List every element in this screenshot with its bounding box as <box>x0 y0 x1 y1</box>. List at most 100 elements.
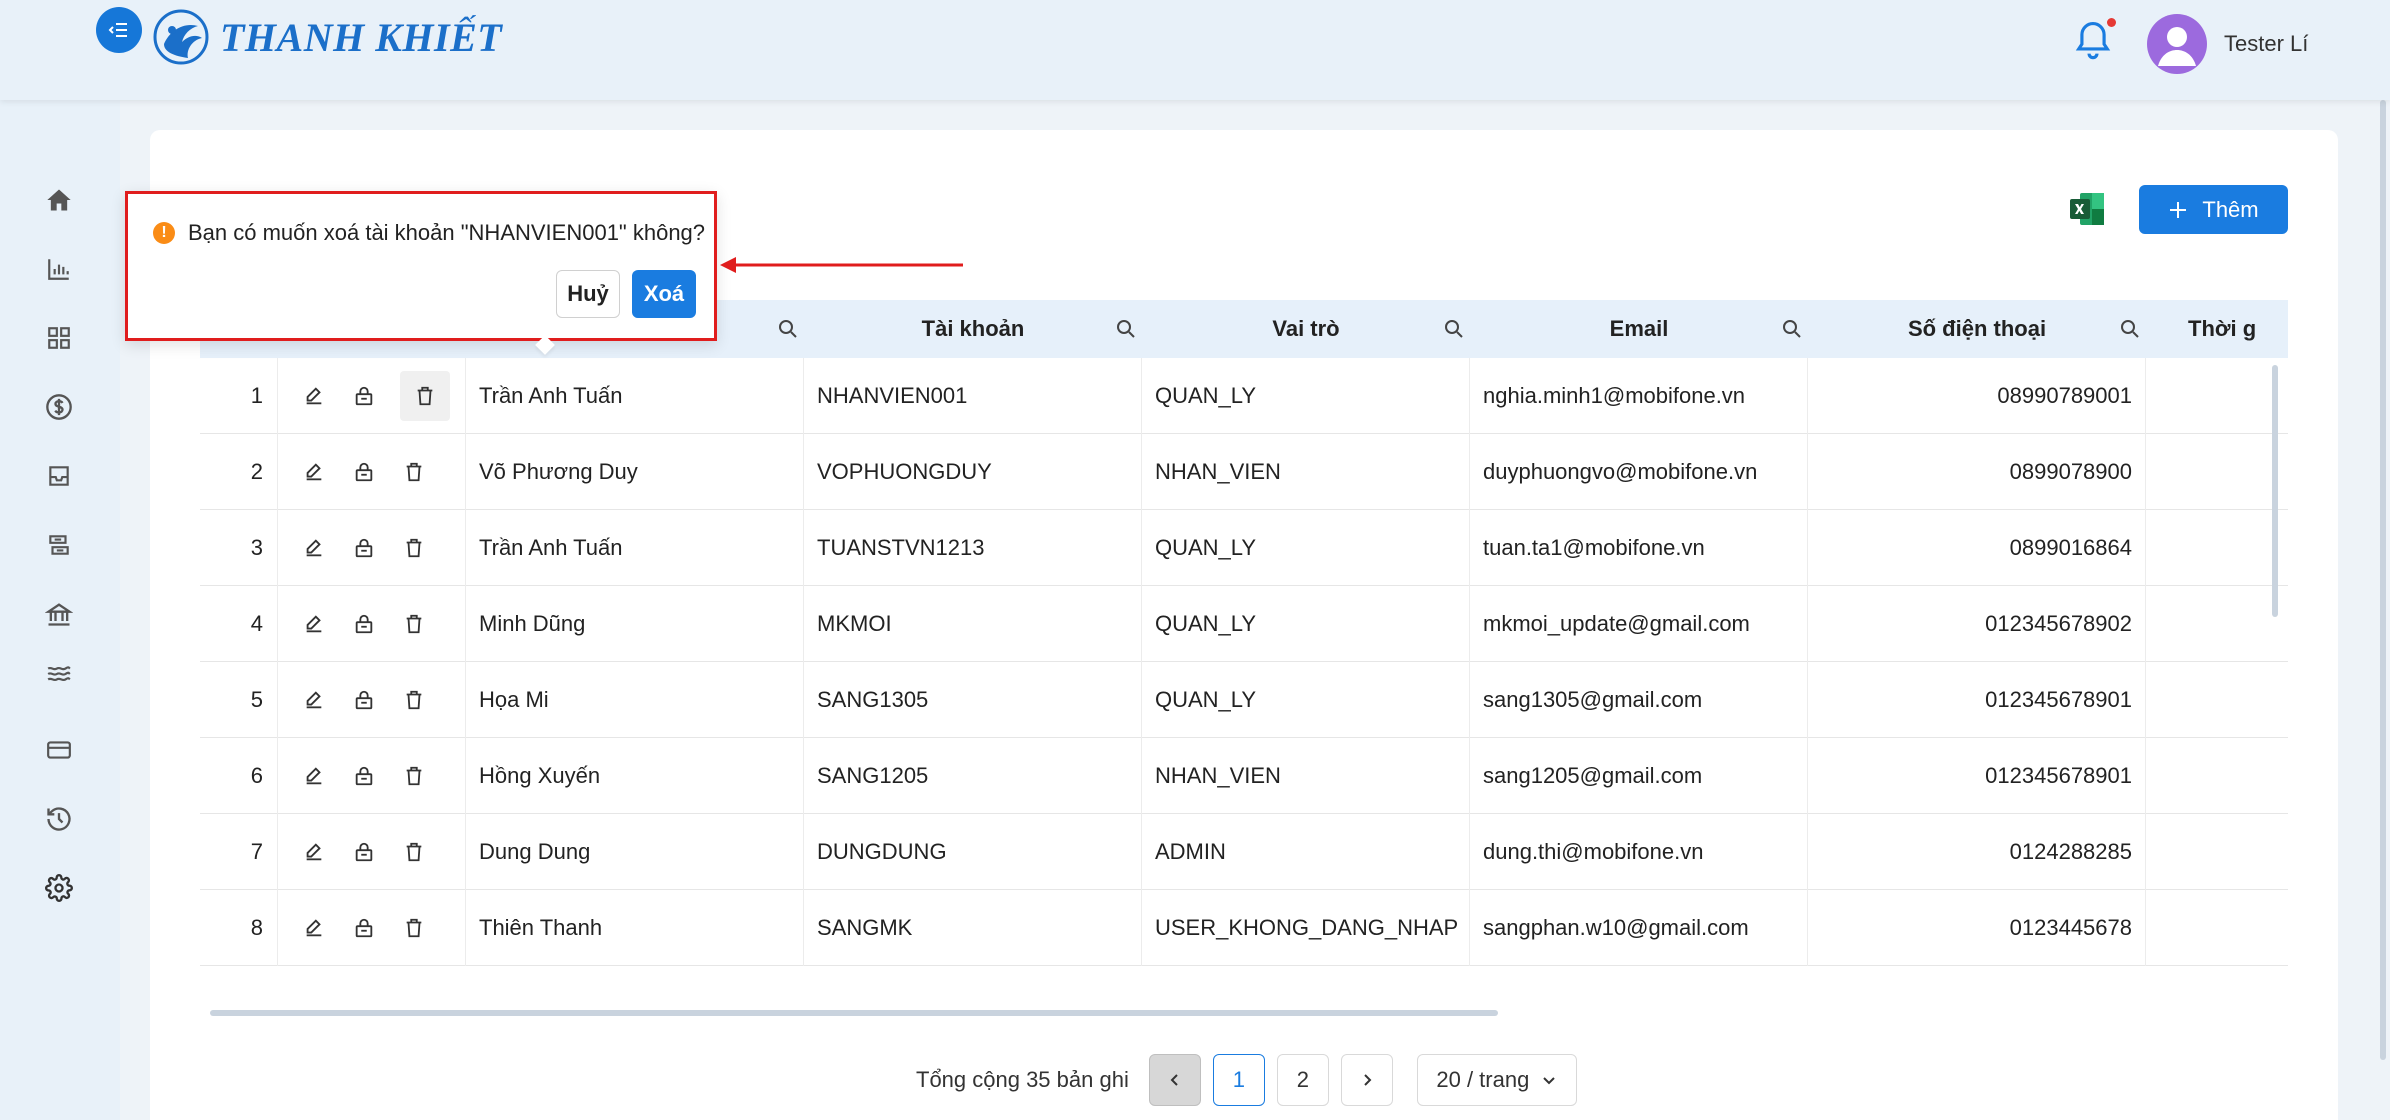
cell-phone: 0899078900 <box>1808 434 2146 510</box>
cell-name: Hồng Xuyến <box>466 738 804 814</box>
logo-emblem-icon <box>153 9 209 65</box>
delete-icon[interactable] <box>400 762 428 790</box>
search-icon[interactable] <box>2120 319 2140 339</box>
cell-time <box>2146 358 2288 434</box>
row-index: 3 <box>200 510 278 586</box>
row-index: 2 <box>200 434 278 510</box>
cell-role: QUAN_LY <box>1142 662 1470 738</box>
cell-account: SANG1205 <box>804 738 1142 814</box>
lock-icon[interactable] <box>350 458 378 486</box>
cell-email: sang1305@gmail.com <box>1470 662 1808 738</box>
chevron-right-icon <box>1364 1074 1372 1086</box>
lock-icon[interactable] <box>350 610 378 638</box>
confirm-delete-button[interactable]: Xoá <box>632 270 696 318</box>
delete-icon[interactable] <box>400 458 428 486</box>
search-icon[interactable] <box>1444 319 1464 339</box>
cell-role: USER_KHONG_DANG_NHAP <box>1142 890 1470 966</box>
notification-dot <box>2107 18 2116 27</box>
cell-role: QUAN_LY <box>1142 358 1470 434</box>
cell-time <box>2146 586 2288 662</box>
pagination: Tổng cộng 35 bản ghi 1 2 20 / trang <box>916 1054 1577 1106</box>
inbox-icon[interactable] <box>42 459 76 493</box>
table-horizontal-scrollbar[interactable] <box>210 1010 1498 1016</box>
cell-time <box>2146 890 2288 966</box>
cell-phone: 012345678902 <box>1808 586 2146 662</box>
cell-account: NHANVIEN001 <box>804 358 1142 434</box>
delete-icon[interactable] <box>400 534 428 562</box>
avatar[interactable] <box>2147 14 2207 74</box>
cell-account: TUANSTVN1213 <box>804 510 1142 586</box>
delete-icon[interactable] <box>400 686 428 714</box>
next-page-button[interactable] <box>1340 1054 1393 1106</box>
row-actions <box>278 738 466 814</box>
grid-icon[interactable] <box>42 321 76 355</box>
user-name[interactable]: Tester Lí <box>2224 31 2308 57</box>
cell-phone: 0123445678 <box>1808 890 2146 966</box>
page-size-select[interactable]: 20 / trang <box>1416 1054 1577 1106</box>
lock-icon[interactable] <box>350 914 378 942</box>
search-icon[interactable] <box>1782 319 1802 339</box>
edit-icon[interactable] <box>300 458 328 486</box>
row-actions <box>278 814 466 890</box>
menu-toggle-button[interactable] <box>96 7 142 53</box>
page-button-1[interactable]: 1 <box>1212 1054 1265 1106</box>
delete-icon[interactable] <box>400 610 428 638</box>
lock-icon[interactable] <box>350 686 378 714</box>
search-icon[interactable] <box>1116 319 1136 339</box>
table-row: 3 Trần Anh Tuấn TUANSTVN1213 QUAN_LY tuan.ta… <box>200 510 2288 586</box>
lock-icon[interactable] <box>350 762 378 790</box>
dollar-icon[interactable] <box>42 390 76 424</box>
cell-name: Trần Anh Tuấn <box>466 358 804 434</box>
cancel-button[interactable]: Huỷ <box>556 270 620 318</box>
edit-icon[interactable] <box>300 762 328 790</box>
bank-icon[interactable] <box>42 597 76 631</box>
cell-name: Võ Phương Duy <box>466 434 804 510</box>
settings-icon[interactable] <box>42 871 76 905</box>
add-account-button[interactable]: Thêm <box>2139 185 2288 234</box>
bar-chart-icon[interactable] <box>42 252 76 286</box>
page-button-2[interactable]: 2 <box>1276 1054 1329 1106</box>
prev-page-button[interactable] <box>1148 1054 1201 1106</box>
delete-icon[interactable] <box>400 838 428 866</box>
edit-icon[interactable] <box>300 382 328 410</box>
edit-icon[interactable] <box>300 610 328 638</box>
wallet-icon[interactable] <box>42 733 76 767</box>
brand-logo[interactable]: THANH KHIẾT <box>152 8 502 66</box>
row-actions <box>278 662 466 738</box>
lock-icon[interactable] <box>350 382 378 410</box>
search-icon[interactable] <box>778 319 798 339</box>
notification-bell-icon[interactable] <box>2074 18 2116 66</box>
total-records: Tổng cộng 35 bản ghi <box>916 1067 1129 1092</box>
warning-icon: ! <box>153 222 175 244</box>
delete-icon[interactable] <box>400 371 450 421</box>
cell-role: NHAN_VIEN <box>1142 434 1470 510</box>
edit-icon[interactable] <box>300 534 328 562</box>
excel-export-icon[interactable] <box>2068 190 2106 228</box>
edit-icon[interactable] <box>300 686 328 714</box>
accounts-table: Tài khoản Vai trò Email Số điện thoại Th… <box>200 300 2288 1010</box>
edit-icon[interactable] <box>300 838 328 866</box>
lock-icon[interactable] <box>350 534 378 562</box>
page-scrollbar[interactable] <box>2380 100 2386 1060</box>
transfer-icon[interactable] <box>42 528 76 562</box>
table-vertical-scrollbar[interactable] <box>2272 365 2278 617</box>
cell-phone: 012345678901 <box>1808 662 2146 738</box>
sidebar <box>0 0 120 1120</box>
home-icon[interactable] <box>42 183 76 217</box>
waves-icon[interactable] <box>42 657 76 691</box>
delete-icon[interactable] <box>400 914 428 942</box>
row-index: 8 <box>200 890 278 966</box>
lock-icon[interactable] <box>350 838 378 866</box>
edit-icon[interactable] <box>300 914 328 942</box>
cell-name: Dung Dung <box>466 814 804 890</box>
cell-email: duyphuongvo@mobifone.vn <box>1470 434 1808 510</box>
user-icon <box>2158 27 2196 66</box>
row-actions <box>278 890 466 966</box>
cell-role: NHAN_VIEN <box>1142 738 1470 814</box>
cell-phone: 08990789001 <box>1808 358 2146 434</box>
column-header-email: Email <box>1609 316 1669 341</box>
history-icon[interactable] <box>42 802 76 836</box>
delete-confirm-popover: ! Bạn có muốn xoá tài khoản "NHANVIEN001… <box>125 191 717 355</box>
column-header-role: Vai trò <box>1272 316 1340 341</box>
cell-time <box>2146 662 2288 738</box>
